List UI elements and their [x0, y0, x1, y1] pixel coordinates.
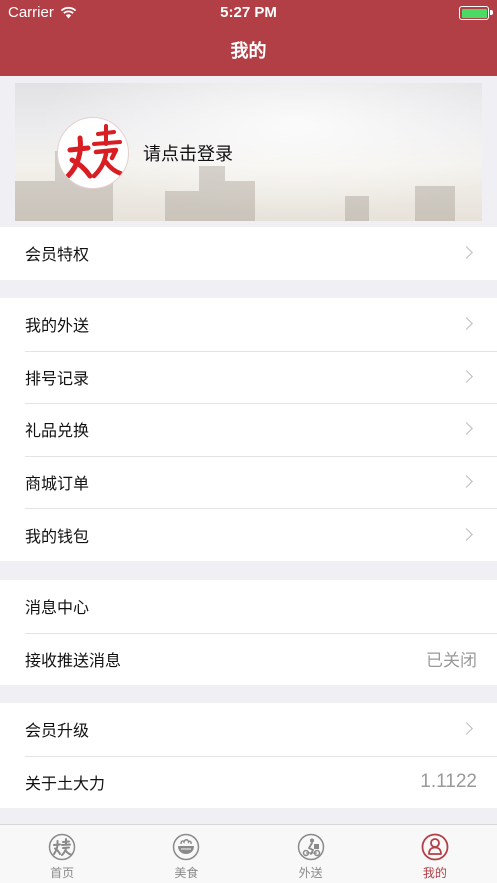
menu-item-member-privileges[interactable]: 会员特权: [0, 227, 497, 280]
chevron-right-icon: [460, 246, 473, 260]
menu-item-label: 商城订单: [25, 476, 90, 494]
nav-bar: 我的: [0, 26, 497, 76]
login-prompt[interactable]: 请点击登录: [143, 140, 233, 166]
menu-item-label: 会员升级: [25, 723, 90, 741]
menu-item-label: 礼品兑换: [25, 423, 90, 441]
menu-item-label: 关于土大力: [25, 775, 106, 793]
menu-item-label: 排号记录: [25, 370, 90, 388]
menu-item-gift-exchange[interactable]: 礼品兑换: [0, 403, 497, 456]
menu-item-my-delivery[interactable]: 我的外送: [0, 298, 497, 351]
menu-item-my-wallet[interactable]: 我的钱包: [0, 508, 497, 561]
status-bar: Carrier 5:27 PM: [0, 0, 497, 26]
person-icon: [421, 833, 449, 861]
status-time: 5:27 PM: [220, 4, 277, 21]
tab-label: 外送: [298, 866, 323, 880]
chevron-right-icon: [460, 370, 473, 383]
app-version-value: 1.1122: [420, 770, 477, 792]
menu-item-label: 消息中心: [25, 600, 90, 618]
chevron-right-icon: [460, 722, 473, 736]
tab-delivery[interactable]: 外送: [249, 825, 373, 883]
menu-item-label: 接收推送消息: [25, 652, 122, 670]
menu-item-label: 我的外送: [25, 318, 90, 336]
chevron-right-icon: [460, 422, 473, 436]
menu-item-mall-orders[interactable]: 商城订单: [0, 455, 497, 509]
push-status-value: 已关闭: [426, 651, 477, 671]
delivery-icon: [297, 833, 324, 861]
tab-food[interactable]: 美食: [124, 825, 248, 883]
tab-label: 我的: [422, 866, 447, 880]
menu-item-push-notifications[interactable]: 接收推送消息 已关闭: [0, 632, 497, 686]
battery-icon: [459, 6, 493, 20]
profile-banner[interactable]: 请点击登录: [15, 83, 482, 221]
chevron-right-icon: [460, 475, 473, 488]
tab-label: 首页: [50, 866, 75, 880]
tab-me[interactable]: 我的: [373, 825, 497, 883]
group-about: 会员升级 关于土大力 1.1122: [0, 703, 497, 809]
group-orders: 我的外送 排号记录 礼品兑换 商城订单 我的钱包: [0, 298, 497, 561]
group-messages: 消息中心 接收推送消息 已关闭: [0, 580, 497, 686]
brand-logo-icon: [65, 124, 125, 179]
tab-bar: 首页 美食 外送 我的: [0, 824, 497, 883]
menu-item-queue-records[interactable]: 排号记录: [0, 350, 497, 404]
tab-label: 美食: [174, 866, 199, 880]
chevron-right-icon: [460, 527, 473, 541]
avatar[interactable]: [57, 117, 129, 189]
chevron-right-icon: [460, 317, 473, 331]
menu-item-about[interactable]: 关于土大力 1.1122: [0, 755, 497, 809]
menu-item-label: 我的钱包: [25, 528, 90, 546]
menu-item-label: 会员特权: [25, 247, 90, 265]
group-membership: 会员特权: [0, 227, 497, 280]
bowl-icon: [173, 833, 200, 861]
page-title: 我的: [230, 41, 267, 61]
menu-item-message-center[interactable]: 消息中心: [0, 580, 497, 633]
menu-item-member-upgrade[interactable]: 会员升级: [0, 703, 497, 756]
logo-icon: [48, 833, 76, 861]
tab-home[interactable]: 首页: [0, 825, 124, 883]
